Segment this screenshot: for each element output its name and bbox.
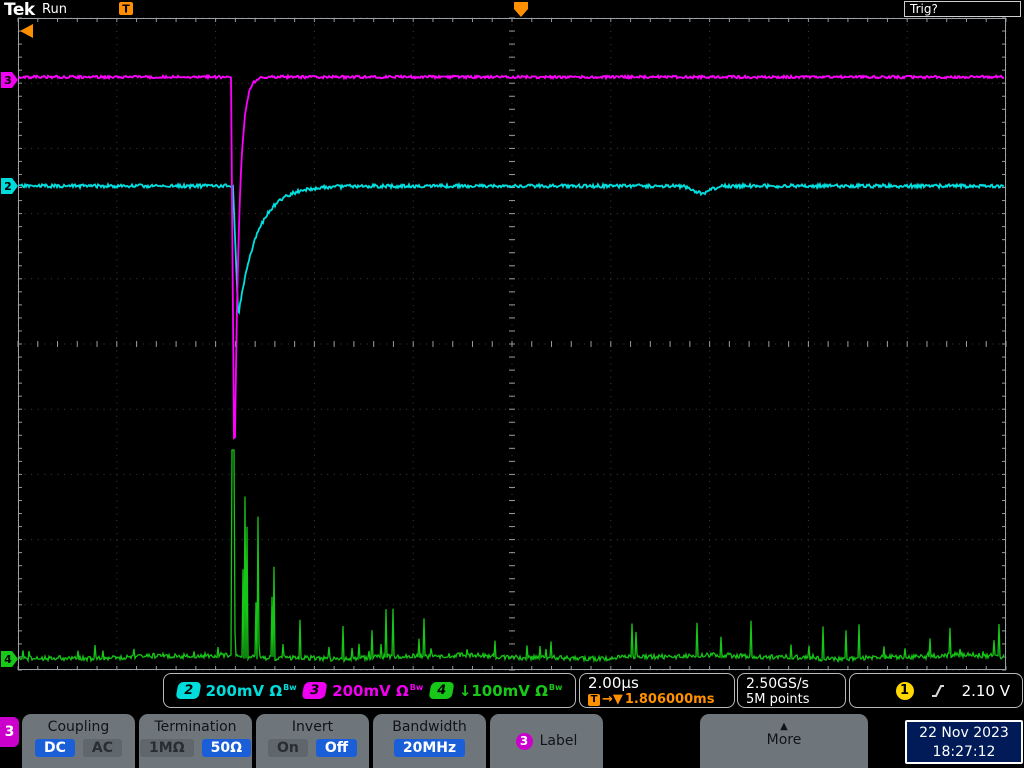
bandwidth-option-20MHz[interactable]: 20MHz (393, 739, 466, 757)
trigger-source-badge: 1 (895, 681, 914, 700)
bandwidth-options: 20MHz (373, 739, 486, 757)
coupling-title: Coupling (47, 719, 110, 735)
svg-text:4: 4 (4, 653, 12, 666)
invert-option-Off[interactable]: Off (315, 739, 358, 757)
termination-option-1MΩ[interactable]: 1MΩ (140, 739, 194, 757)
delay-arrows-icon: →▼ (602, 692, 623, 707)
svg-text:2: 2 (4, 180, 12, 193)
trigger-offscreen-arrow[interactable] (20, 24, 33, 38)
channel-3-menu-tab[interactable]: 3 (0, 717, 19, 747)
coupling-option-AC[interactable]: AC (82, 739, 122, 757)
channel-2-readout[interactable]: 2 200mV ΩBw (175, 681, 297, 700)
invert-title: Invert (291, 719, 334, 735)
channel-3-scale: 200mV ΩBw (332, 681, 424, 700)
sample-rate: 2.50GS/s (746, 676, 809, 692)
svg-text:3: 3 (4, 74, 12, 87)
channel-3-readout[interactable]: 3 200mV ΩBw (301, 681, 424, 700)
channel-4-scale: ↓100mV ΩBw (458, 681, 563, 700)
trigger-status: Trig? (904, 1, 1021, 17)
menu-button-label[interactable]: 3 Label (490, 714, 603, 768)
menu-button-more[interactable]: ▲ More (700, 714, 868, 768)
channel-4-badge: 4 (428, 682, 455, 699)
more-up-arrow-icon: ▲ (780, 721, 788, 732)
trigger-delay: T →▼ 1.806000ms (588, 692, 734, 707)
channel-3-badge: 3 (301, 682, 328, 699)
trigger-readout[interactable]: 1 2.10 V (849, 673, 1023, 708)
more-title: More (766, 732, 802, 748)
menu-button-coupling[interactable]: Coupling DC AC (22, 714, 135, 768)
label-title: Label (539, 733, 578, 749)
trigger-level: 2.10 V (961, 681, 1010, 700)
channel-readouts[interactable]: 2 200mV ΩBw 3 200mV ΩBw 4 ↓100mV ΩBw (163, 673, 576, 708)
scope-display: 3 2 4 T (1, 2, 1007, 671)
channel-2-scale: 200mV ΩBw (205, 681, 297, 700)
acquisition-status: Run (42, 2, 67, 17)
menu-button-termination[interactable]: Termination 1MΩ 50Ω (139, 714, 252, 768)
bandwidth-limit-icon: Bw (283, 682, 297, 692)
channel-2-badge: 2 (175, 682, 202, 699)
bandwidth-title: Bandwidth (392, 719, 467, 735)
invert-options: On Off (256, 739, 369, 757)
menu-button-bandwidth[interactable]: Bandwidth 20MHz (373, 714, 486, 768)
timebase-readout[interactable]: 2.00µs T →▼ 1.806000ms (579, 673, 735, 708)
bandwidth-limit-icon: Bw (409, 682, 424, 692)
rising-edge-icon (931, 684, 944, 697)
invert-option-On[interactable]: On (267, 739, 308, 757)
svg-text:T: T (122, 3, 130, 16)
coupling-option-DC[interactable]: DC (34, 739, 75, 757)
timebase-scale: 2.00µs (588, 674, 639, 692)
date-label: 22 Nov 2023 (919, 725, 1009, 741)
menu-button-invert[interactable]: Invert On Off (256, 714, 369, 768)
tek-logo: Tek (4, 0, 35, 20)
channel-4-readout[interactable]: 4 ↓100mV ΩBw (428, 681, 563, 700)
termination-title: Termination (154, 719, 237, 735)
acquisition-readout[interactable]: 2.50GS/s 5M points (737, 673, 846, 708)
delay-value: 1.806000ms (624, 692, 715, 707)
bandwidth-limit-icon: Bw (548, 682, 563, 692)
label-channel-badge: 3 (515, 732, 533, 750)
termination-option-50Ω[interactable]: 50Ω (201, 739, 251, 757)
coupling-options: DC AC (22, 739, 135, 757)
trigger-position-marker[interactable] (514, 2, 528, 17)
time-label: 18:27:12 (932, 744, 996, 760)
record-length: 5M points (746, 692, 810, 707)
datetime-display: 22 Nov 2023 18:27:12 (905, 720, 1023, 764)
waveform-ch2 (18, 181, 1005, 316)
trigger-delay-icon: T (588, 693, 600, 706)
termination-options: 1MΩ 50Ω (139, 739, 252, 757)
